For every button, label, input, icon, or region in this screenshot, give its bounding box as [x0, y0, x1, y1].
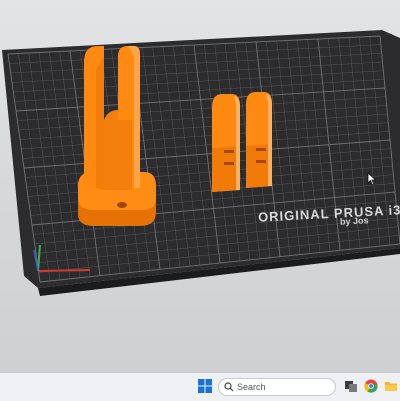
build-plate-scene — [2, 30, 400, 296]
taskbar: Search — [0, 372, 400, 401]
chrome-icon[interactable] — [364, 379, 378, 393]
taskbar-search-label: Search — [237, 382, 266, 392]
mouse-pointer-icon — [367, 172, 377, 186]
taskbar-search-box[interactable]: Search — [218, 378, 336, 396]
bracket-model-left[interactable] — [212, 94, 240, 192]
bracket-model-right[interactable] — [246, 92, 272, 188]
axis-x — [37, 269, 91, 272]
windows-start-icon[interactable] — [198, 379, 212, 393]
folder-icon[interactable] — [384, 379, 398, 393]
task-view-icon[interactable] — [344, 379, 358, 393]
search-icon — [224, 382, 234, 392]
3d-viewport[interactable]: ORIGINAL PRUSA i3 by Jos — [0, 0, 400, 372]
bed-brand-subtext: by Jos — [339, 215, 369, 227]
